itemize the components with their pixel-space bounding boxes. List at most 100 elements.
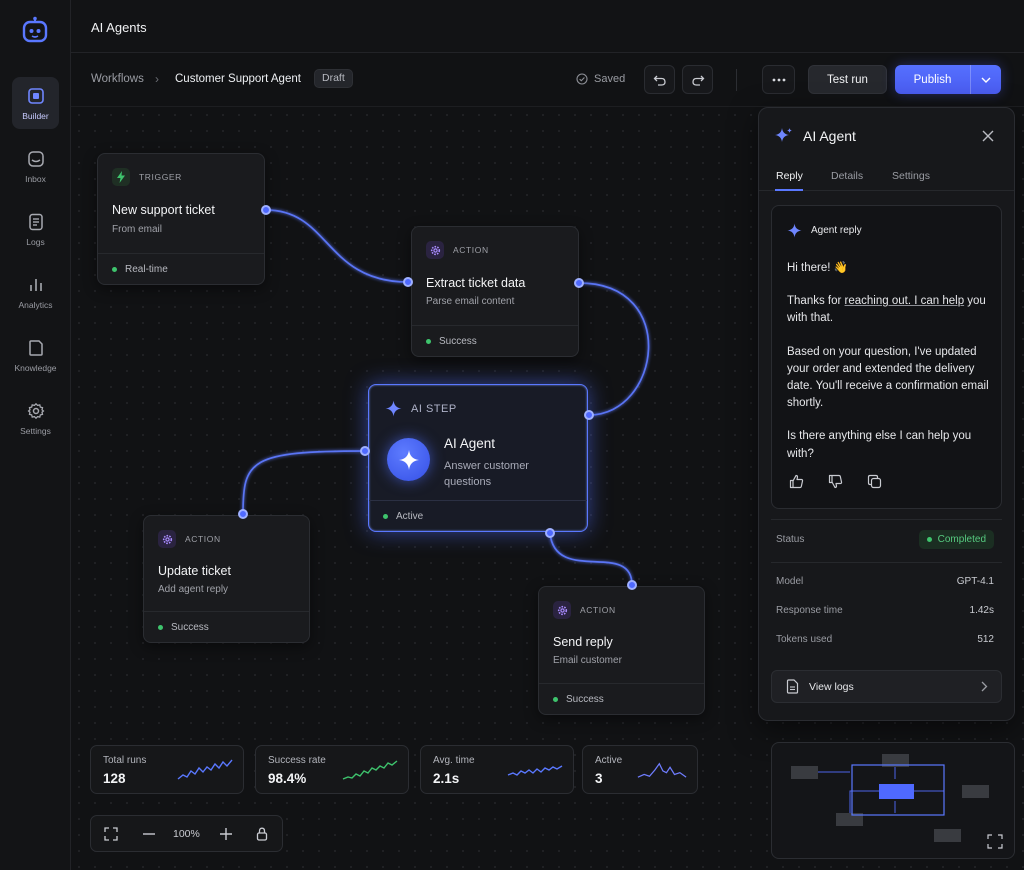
node-status-label: Active xyxy=(396,510,424,522)
node-update-ticket[interactable]: ACTION Update ticket Add agent reply Suc… xyxy=(143,515,310,643)
more-button[interactable] xyxy=(762,65,795,94)
detail-value: 1.42s xyxy=(969,605,994,616)
sparkle-icon xyxy=(385,400,402,417)
gear-icon xyxy=(158,530,176,548)
robot-logo-icon[interactable] xyxy=(21,16,49,44)
nav-label: Settings xyxy=(20,426,51,436)
zoom-level: 100% xyxy=(173,828,200,840)
thumbs-down-icon[interactable] xyxy=(828,474,843,489)
input-port[interactable] xyxy=(238,509,248,519)
nav-analytics[interactable]: Analytics xyxy=(12,266,59,318)
breadcrumb-current: Customer Support Agent xyxy=(175,73,301,85)
nav-label: Logs xyxy=(26,237,45,247)
builder-icon xyxy=(27,88,44,104)
breadcrumb-workflows[interactable]: Workflows xyxy=(91,73,144,85)
reply-link[interactable]: reaching out. I can help xyxy=(845,295,965,307)
publish-menu-button[interactable] xyxy=(971,77,1001,83)
nav-knowledge[interactable]: Knowledge xyxy=(12,329,59,381)
undo-icon xyxy=(653,75,666,86)
saved-status: Saved xyxy=(576,73,625,85)
stat-avg-time: Avg. time 2.1s xyxy=(420,745,574,794)
toolbar-divider xyxy=(736,69,737,91)
zoom-out-icon[interactable] xyxy=(143,833,155,835)
stat-value: 128 xyxy=(103,771,126,786)
close-icon[interactable] xyxy=(980,128,996,144)
view-logs-button[interactable]: View logs xyxy=(771,670,1002,703)
output-port[interactable] xyxy=(545,528,555,538)
sparkline xyxy=(507,765,563,776)
node-extract-ticket-data[interactable]: ACTION Extract ticket data Parse email c… xyxy=(411,226,579,357)
sparkline xyxy=(342,760,398,780)
node-kind-label: AI STEP xyxy=(411,402,457,415)
draft-badge: Draft xyxy=(314,69,353,88)
stat-value: 98.4% xyxy=(268,771,307,786)
gear-icon xyxy=(553,601,571,619)
reply-paragraph: Thanks for reaching out. I can help you … xyxy=(787,293,992,327)
node-kind: ACTION xyxy=(158,530,221,548)
tab-details[interactable]: Details xyxy=(831,170,863,182)
detail-row-model: Model GPT-4.1 xyxy=(776,576,994,587)
sparkline xyxy=(637,762,687,778)
detail-label: Response time xyxy=(776,605,843,616)
nav-inbox[interactable]: Inbox xyxy=(12,140,59,192)
nav-builder[interactable]: Builder xyxy=(12,77,59,129)
detail-value: GPT-4.1 xyxy=(956,576,994,587)
node-title: New support ticket xyxy=(112,203,215,217)
nav-settings[interactable]: Settings xyxy=(12,392,59,444)
test-run-button[interactable]: Test run xyxy=(808,65,887,94)
status-dot xyxy=(112,266,117,272)
status-dot xyxy=(926,537,932,542)
expand-icon[interactable] xyxy=(987,834,1003,849)
sparkline xyxy=(177,759,233,780)
output-port[interactable] xyxy=(574,278,584,288)
tab-reply[interactable]: Reply xyxy=(776,170,803,182)
detail-row-tokens: Tokens used 512 xyxy=(776,634,994,645)
fit-view-icon[interactable] xyxy=(104,827,118,841)
lock-icon[interactable] xyxy=(256,827,268,841)
node-status: Real-time xyxy=(98,253,264,284)
chevron-right-icon: › xyxy=(155,72,159,86)
node-trigger[interactable]: TRIGGER New support ticket From email Re… xyxy=(97,153,265,285)
minimap-diagram xyxy=(791,754,1003,849)
input-port[interactable] xyxy=(403,277,413,287)
reply-greeting: Hi there! 👋 xyxy=(787,262,848,274)
more-horizontal-icon xyxy=(772,78,785,81)
nav-label: Inbox xyxy=(25,174,46,184)
panel-title: AI Agent xyxy=(803,128,856,144)
input-port[interactable] xyxy=(627,580,637,590)
node-subtitle: Add agent reply xyxy=(158,584,229,595)
sparkle-icon xyxy=(775,128,792,142)
node-subtitle: From email xyxy=(112,224,163,235)
toolbar: Workflows › Customer Support Agent Draft… xyxy=(71,53,1024,107)
node-status: Success xyxy=(144,611,309,642)
agent-reply-card: Agent reply Hi there! 👋 Thanks for reach… xyxy=(771,205,1002,509)
nav-logs[interactable]: Logs xyxy=(12,203,59,255)
input-port[interactable] xyxy=(584,410,594,420)
status-dot xyxy=(553,696,558,702)
node-kind: ACTION xyxy=(426,241,489,259)
zoom-in-icon[interactable] xyxy=(220,828,232,840)
node-kind-label: ACTION xyxy=(185,534,221,544)
output-port[interactable] xyxy=(261,205,271,215)
node-kind-label: ACTION xyxy=(580,605,616,615)
redo-button[interactable] xyxy=(682,65,713,94)
status-dot xyxy=(383,513,388,519)
check-circle-icon xyxy=(576,73,588,85)
publish-button[interactable]: Publish xyxy=(895,65,1001,94)
stat-label: Total runs xyxy=(103,755,147,766)
minimap[interactable] xyxy=(771,742,1015,859)
stat-active: Active 3 xyxy=(582,745,698,794)
inbox-icon xyxy=(27,151,44,167)
tab-settings[interactable]: Settings xyxy=(892,170,930,182)
node-ai-agent[interactable]: AI STEP AI Agent Answer customer questio… xyxy=(368,384,588,532)
agent-panel: AI Agent Reply Details Settings Agent re… xyxy=(758,107,1015,721)
status-dot xyxy=(158,624,163,630)
detail-value: 512 xyxy=(977,634,994,645)
node-subtitle: Parse email content xyxy=(426,296,515,307)
copy-icon[interactable] xyxy=(867,474,882,489)
undo-button[interactable] xyxy=(644,65,675,94)
stat-value: 2.1s xyxy=(433,771,460,786)
thumbs-up-icon[interactable] xyxy=(789,474,804,489)
input-port[interactable] xyxy=(360,446,370,456)
node-send-reply[interactable]: ACTION Send reply Email customer Success xyxy=(538,586,705,715)
